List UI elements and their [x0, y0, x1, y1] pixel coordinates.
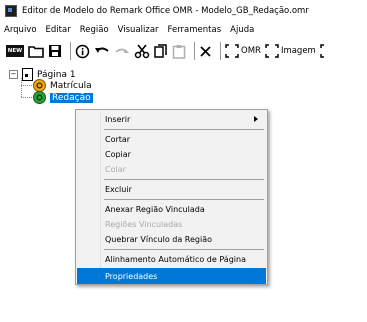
copy-button[interactable]: [154, 41, 168, 61]
menu-arquivo[interactable]: Arquivo: [4, 25, 37, 35]
region-bracket-icon: [265, 44, 279, 58]
new-template-button[interactable]: NEW: [6, 45, 24, 57]
menu-item-excluir[interactable]: Excluir: [77, 181, 266, 197]
undo-button[interactable]: [94, 41, 110, 61]
info-button[interactable]: [75, 41, 90, 61]
menu-item-label: Colar: [105, 164, 126, 174]
menu-item-regioes-vinculadas[interactable]: Regiões Vinculadas: [77, 216, 266, 232]
menu-item-copiar[interactable]: Copiar: [77, 146, 266, 162]
toolbar-separator: [194, 42, 195, 60]
image-label: Imagem: [280, 46, 316, 56]
folder-icon: [28, 46, 44, 58]
toolbar-separator: [220, 42, 221, 60]
menu-item-label: Copiar: [105, 149, 131, 159]
delete-button[interactable]: [199, 41, 212, 61]
menu-item-label: Alinhamento Automático de Página: [105, 254, 246, 264]
menu-item-cortar[interactable]: Cortar: [77, 131, 266, 147]
info-icon: [75, 44, 90, 58]
open-button[interactable]: [28, 41, 44, 61]
menu-item-alinhamento[interactable]: Alinhamento Automático de Página: [77, 251, 266, 267]
close-icon: [200, 45, 211, 57]
menu-separator: [104, 249, 264, 250]
menu-item-label: Excluir: [105, 184, 132, 194]
omr-label: OMR: [241, 46, 261, 56]
menu-item-propriedades[interactable]: Propriedades: [77, 268, 266, 284]
menu-bar: Arquivo Editar Região Visualizar Ferrame…: [0, 23, 367, 37]
page-label: Página 1: [37, 69, 76, 80]
tree-connector: [21, 85, 32, 86]
region-bracket-icon: [320, 44, 324, 58]
menu-ferramentas[interactable]: Ferramentas: [168, 25, 222, 35]
tree-item-label: Redação: [50, 92, 93, 103]
menu-separator: [104, 199, 264, 200]
app-icon: [5, 5, 17, 17]
cut-button[interactable]: [134, 41, 150, 61]
save-icon: [49, 45, 61, 57]
tree-item-label: Matrícula: [50, 80, 92, 91]
toolbar-separator: [70, 42, 71, 60]
menu-regiao[interactable]: Região: [80, 25, 109, 35]
menu-editar[interactable]: Editar: [46, 25, 71, 35]
redo-button[interactable]: [114, 41, 130, 61]
more-region-button[interactable]: [320, 41, 330, 61]
submenu-arrow-icon: [254, 116, 258, 122]
menu-item-label: Inserir: [105, 114, 131, 124]
menu-visualizar[interactable]: Visualizar: [118, 25, 159, 35]
menu-item-label: Cortar: [105, 134, 131, 144]
menu-item-anexar-regiao[interactable]: Anexar Região Vinculada: [77, 201, 266, 217]
menu-item-inserir[interactable]: Inserir: [77, 111, 266, 127]
menu-separator: [104, 129, 264, 130]
menu-item-label: Propriedades: [105, 271, 158, 281]
title-bar: Editor de Modelo do Remark Office OMR - …: [0, 0, 367, 22]
menu-separator: [104, 179, 264, 180]
tree-item-redacao[interactable]: Redação: [33, 91, 93, 104]
scissors-icon: [134, 43, 150, 58]
window-title: Editor de Modelo do Remark Office OMR - …: [22, 6, 309, 16]
region-bracket-icon: [225, 44, 239, 58]
image-region-button[interactable]: Imagem: [265, 41, 316, 61]
redo-icon: [115, 48, 129, 53]
context-menu: Inserir Cortar Copiar Colar Excluir Anex…: [75, 109, 268, 285]
clipboard-icon: [172, 44, 186, 59]
menu-ajuda[interactable]: Ajuda: [230, 25, 254, 35]
menu-item-label: Regiões Vinculadas: [105, 219, 183, 229]
paste-button[interactable]: [172, 41, 186, 61]
page-icon: [22, 68, 33, 81]
menu-item-label: Quebrar Vínculo da Região: [105, 234, 213, 244]
undo-icon: [95, 47, 109, 53]
toolbar: NEW OMR Imagem: [0, 38, 367, 64]
new-label: NEW: [7, 48, 23, 54]
save-button[interactable]: [48, 41, 62, 61]
menu-item-colar[interactable]: Colar: [77, 161, 266, 177]
collapse-icon[interactable]: −: [9, 70, 18, 79]
menu-item-quebrar-vinculo[interactable]: Quebrar Vínculo da Região: [77, 231, 266, 247]
image-region-icon: [33, 91, 46, 104]
menu-item-label: Anexar Região Vinculada: [105, 204, 205, 214]
tree-connector: [21, 97, 32, 98]
omr-region-button[interactable]: OMR: [225, 41, 261, 61]
copy-icon: [154, 43, 167, 58]
